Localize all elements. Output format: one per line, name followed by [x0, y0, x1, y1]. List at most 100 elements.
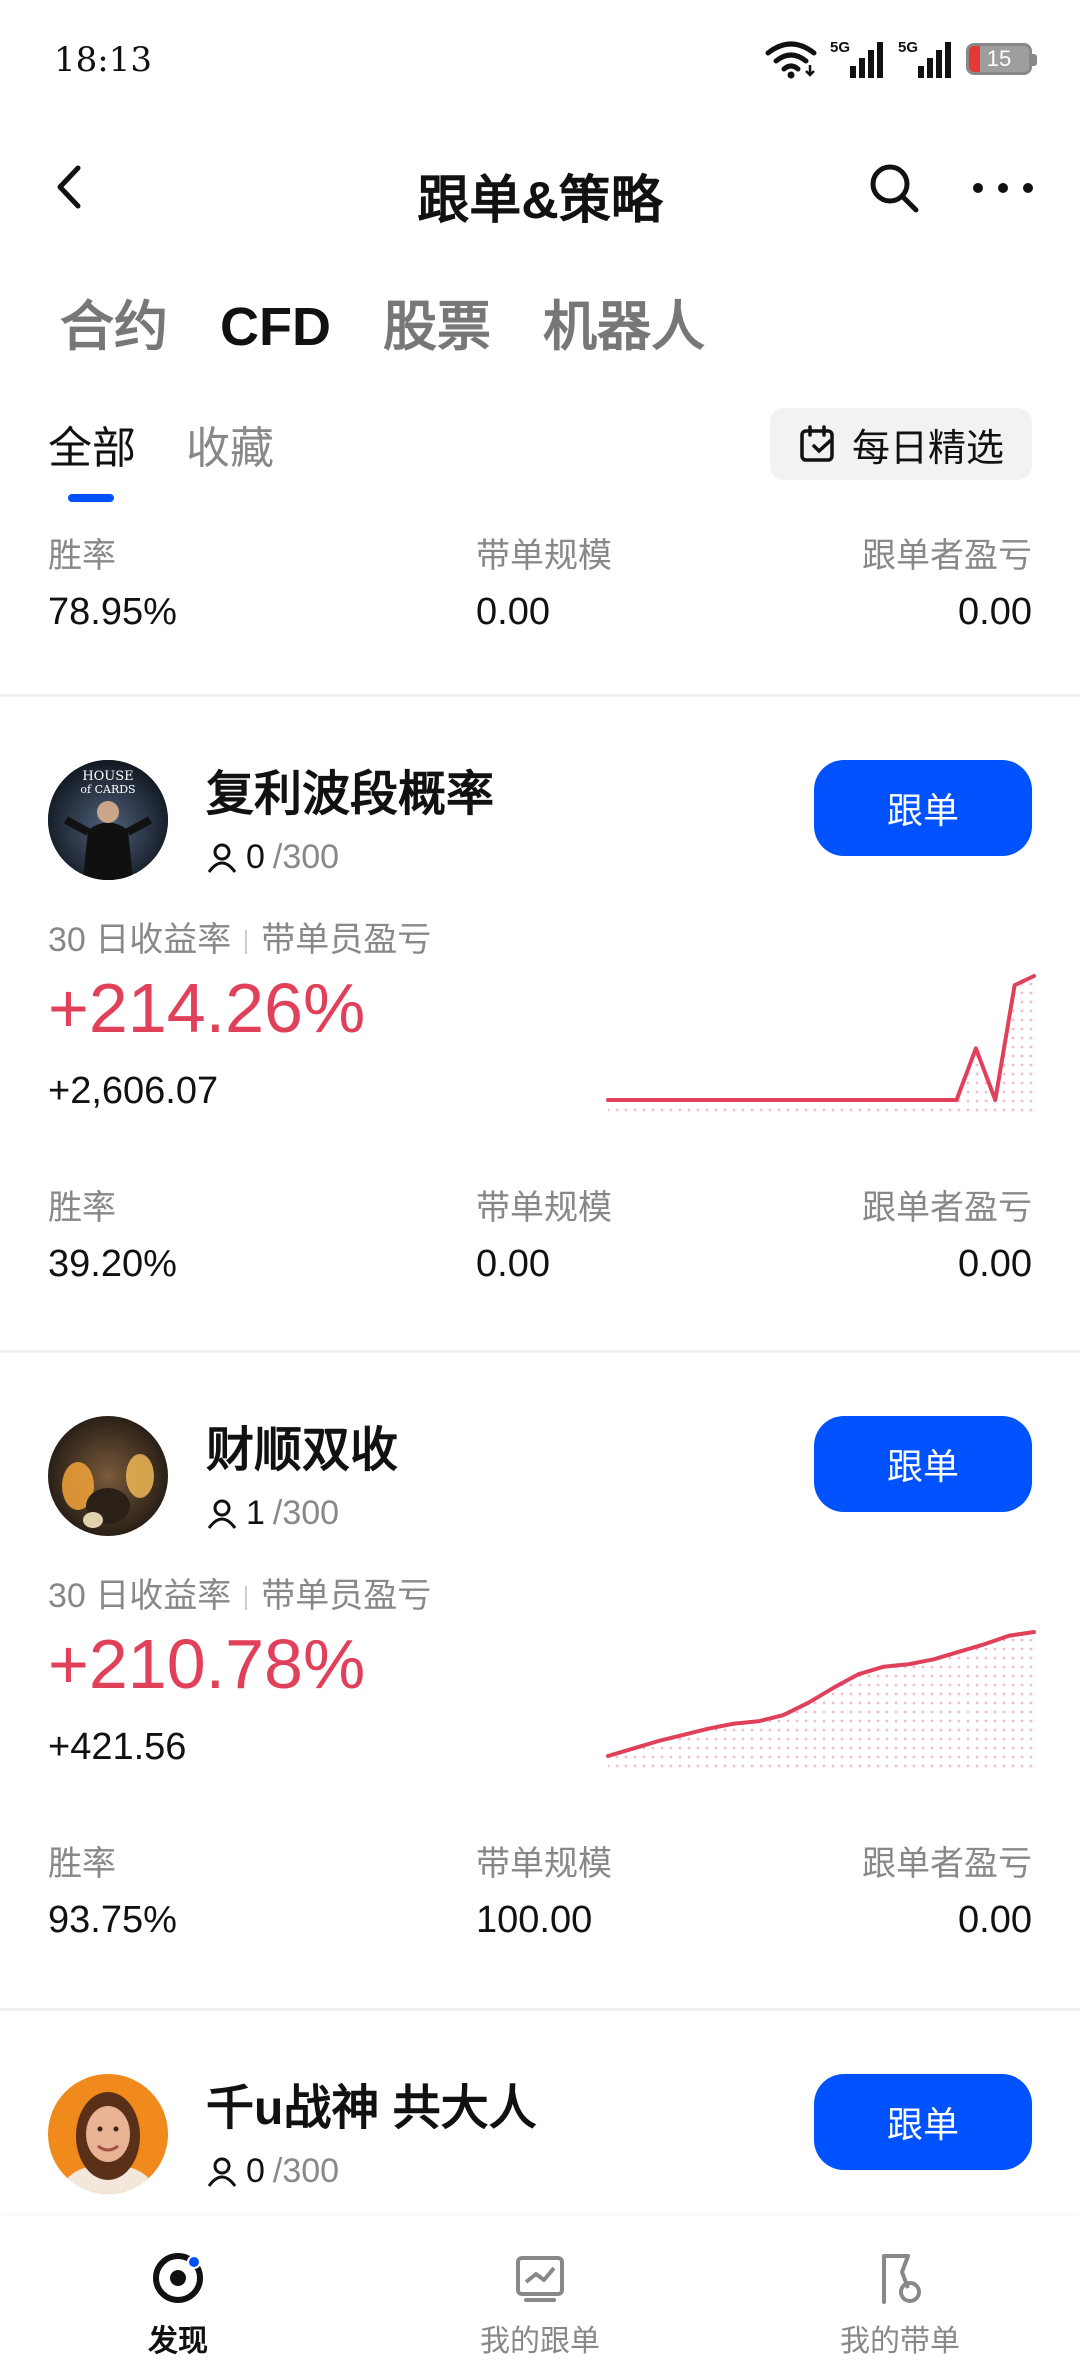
scale-col: 带单规模 0.00: [476, 1180, 612, 1286]
follower-max: /300: [272, 1494, 340, 1532]
trader-name: 复利波段概率: [206, 768, 495, 821]
tab-robot[interactable]: 机器人: [543, 282, 705, 361]
status-time: 18:13: [54, 40, 152, 80]
svg-text:5G: 5G: [898, 39, 918, 56]
follower-max: /300: [272, 838, 340, 876]
svg-text:HOUSE: HOUSE: [82, 769, 133, 784]
trend-sparkline: [606, 1630, 1036, 1770]
signal-5g-icon-2: 5G: [898, 39, 951, 78]
top-nav: 跟单&策略: [0, 140, 1080, 240]
bottom-nav: 发现 我的跟单 我的带单: [0, 2216, 1080, 2376]
follow-button[interactable]: 跟单: [814, 1416, 1032, 1512]
daily-pick-label: 每日精选: [851, 427, 1004, 470]
tab-stocks[interactable]: 股票: [383, 282, 491, 361]
svg-text:of CARDS: of CARDS: [80, 783, 135, 796]
scale-value: 100.00: [476, 1899, 593, 1941]
avatar: HOUSE of CARDS: [48, 760, 168, 880]
tab-all[interactable]: 全部: [48, 412, 136, 476]
trader-card[interactable]: HOUSE of CARDS 复利波段概率 0/300 跟单 30 日收益率 带单…: [0, 742, 1080, 1382]
battery-icon: 15: [966, 43, 1037, 75]
win-rate-col: 胜率 39.20%: [48, 1180, 177, 1286]
active-tab-indicator: [68, 494, 114, 502]
separator: [245, 1586, 248, 1611]
trader-stats: 胜率 78.95% 带单规模 0.00 跟单者盈亏 0.00: [48, 528, 1032, 633]
nav-discover-label: 发现: [148, 2325, 208, 2358]
category-tabs: 合约 CFD 股票 机器人: [60, 282, 705, 361]
win-rate-label: 胜率: [48, 1845, 116, 1883]
trader-stats: 胜率 39.20% 带单规模 0.00 跟单者盈亏 0.00: [48, 1180, 1032, 1285]
signal-5g-icon: 5G: [830, 39, 883, 78]
scale-label: 带单规模: [476, 1845, 612, 1883]
flag-badge-icon: [882, 2254, 921, 2304]
leader-pnl-value: +421.56: [48, 1726, 187, 1768]
follower-count: 0/300: [206, 838, 339, 877]
avatar: [48, 2074, 168, 2194]
trader-stats: 胜率 93.75% 带单规模 100.00 跟单者盈亏 0.00: [48, 1836, 1032, 1941]
win-rate-label: 胜率: [48, 1189, 116, 1227]
tab-favorites[interactable]: 收藏: [186, 412, 274, 476]
leader-pnl-label: 带单员盈亏: [261, 1577, 432, 1615]
follower-pnl-value: 0.00: [958, 591, 1032, 633]
follow-button[interactable]: 跟单: [814, 2074, 1032, 2170]
follower-pnl-label: 跟单者盈亏: [862, 537, 1032, 575]
trader-card[interactable]: 财顺双收 1/300 跟单 30 日收益率 带单员盈亏 +210.78% +421…: [0, 1398, 1080, 2038]
follower-pnl-col: 跟单者盈亏 0.00: [862, 1180, 1032, 1286]
follower-current: 1: [246, 1494, 265, 1532]
follow-button[interactable]: 跟单: [814, 760, 1032, 856]
scale-value: 0.00: [476, 1243, 550, 1285]
scale-col: 带单规模 0.00: [476, 528, 612, 634]
follower-pnl-value: 0.00: [958, 1899, 1032, 1941]
more-icon[interactable]: [968, 160, 1038, 216]
return-30d-label: 30 日收益率: [48, 921, 232, 959]
trend-sparkline: [606, 974, 1036, 1114]
nav-my-copy[interactable]: 我的跟单: [420, 2250, 660, 2360]
separator: [245, 930, 248, 955]
win-rate-col: 胜率 78.95%: [48, 528, 177, 634]
tab-cfd[interactable]: CFD: [220, 296, 331, 358]
win-rate-value: 93.75%: [48, 1899, 177, 1941]
user-icon: [207, 1499, 237, 1529]
sparkline-area: [608, 1632, 1034, 1770]
return-30d-value: +210.78%: [48, 1625, 366, 1703]
return-label: 30 日收益率 带单员盈亏: [48, 912, 431, 961]
follower-count: 1/300: [206, 1494, 339, 1533]
scale-col: 带单规模 100.00: [476, 1836, 612, 1942]
nav-my-lead-label: 我的带单: [840, 2325, 960, 2358]
sparkline-area: [608, 976, 1034, 1114]
follower-pnl-col: 跟单者盈亏 0.00: [862, 1836, 1032, 1942]
return-label: 30 日收益率 带单员盈亏: [48, 1568, 431, 1617]
win-rate-label: 胜率: [48, 537, 116, 575]
trader-card[interactable]: 千u战神 共大人 0/300 跟单: [0, 2056, 1080, 2216]
svg-text:5G: 5G: [830, 39, 850, 56]
avatar: [48, 1416, 168, 1536]
wifi-icon: [765, 41, 817, 79]
win-rate-value: 78.95%: [48, 591, 177, 633]
divider: [0, 2008, 1080, 2011]
nav-my-copy-label: 我的跟单: [480, 2325, 600, 2358]
leader-pnl-label: 带单员盈亏: [261, 921, 432, 959]
return-30d-label: 30 日收益率: [48, 1577, 232, 1615]
win-rate-value: 39.20%: [48, 1243, 177, 1285]
user-icon: [207, 2157, 237, 2187]
trader-name: 财顺双收: [206, 1424, 399, 1477]
daily-pick-button[interactable]: 每日精选: [770, 408, 1032, 480]
discover-icon: [153, 2253, 203, 2303]
follower-pnl-col: 跟单者盈亏 0.00: [862, 528, 1032, 634]
follower-current: 0: [246, 2152, 265, 2190]
follower-pnl-label: 跟单者盈亏: [862, 1845, 1032, 1883]
calendar-check-icon: [800, 425, 834, 462]
leader-pnl-value: +2,606.07: [48, 1070, 219, 1112]
status-icons: 5G 5G 15: [764, 38, 1037, 80]
win-rate-col: 胜率 93.75%: [48, 1836, 177, 1942]
tab-contract[interactable]: 合约: [60, 282, 168, 361]
chart-board-icon: [516, 2256, 564, 2302]
divider: [0, 694, 1080, 697]
nav-my-lead[interactable]: 我的带单: [780, 2250, 1020, 2360]
follower-max: /300: [272, 2152, 340, 2190]
sub-tabs: 全部 收藏: [48, 412, 274, 476]
battery-level: 15: [986, 46, 1012, 71]
search-icon[interactable]: [866, 160, 922, 216]
scale-label: 带单规模: [476, 537, 612, 575]
user-icon: [207, 843, 237, 873]
nav-discover[interactable]: 发现: [58, 2250, 298, 2360]
